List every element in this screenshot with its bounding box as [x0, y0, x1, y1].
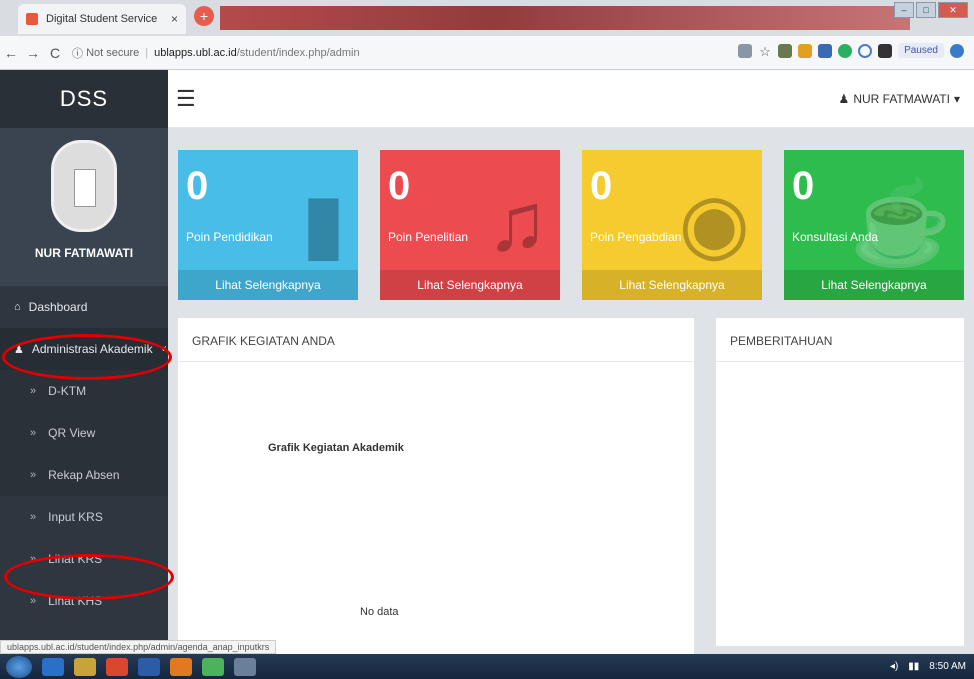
caret-down-icon: ▾ [953, 91, 960, 106]
stat-box-pengabdian: 0 ◉ Poin Pengabdian Lihat Selengkapnya [582, 150, 762, 300]
angle-right-icon: » [30, 427, 37, 439]
sidebar-subitem-label: QR View [48, 426, 96, 440]
paused-button[interactable]: Paused [898, 43, 944, 58]
profile-name: NUR FATMAWATI [34, 246, 134, 260]
stat-label: Poin Pendidikan [186, 230, 273, 244]
sidebar-subitem-label: Rekap Absen [48, 468, 120, 482]
sidebar-item-label: Dashboard [28, 300, 88, 314]
status-link-tooltip: ublapps.ubl.ac.id/student/index.php/admi… [0, 640, 277, 654]
annotation-circle [4, 554, 174, 600]
sidebar-subitem-qr-view[interactable]: » QR View [0, 412, 168, 454]
start-button[interactable] [6, 655, 32, 678]
system-tray: ◂) ▮▮ 8:50 AM [890, 661, 966, 672]
angle-right-icon: » [30, 385, 37, 397]
url-path: /student/index.php/admin [236, 46, 360, 59]
avatar [51, 140, 117, 232]
stat-value: 0 [186, 164, 209, 208]
stat-label: Poin Pengabdian [590, 230, 682, 244]
tab-close-button[interactable]: × [171, 12, 178, 26]
new-tab-button[interactable]: + [194, 6, 214, 26]
dashboard-icon: ⌂ [14, 301, 21, 313]
address-bar: ← → C ⓘ Not secure | ublapps.ubl.ac.id /… [0, 36, 974, 70]
stat-value: 0 [590, 164, 613, 208]
stat-more-link[interactable]: Lihat Selengkapnya [582, 270, 762, 300]
translate-icon[interactable] [738, 43, 753, 58]
star-icon[interactable]: ☆ [758, 44, 772, 59]
no-data-text: No data [360, 606, 399, 618]
extension-icon[interactable] [858, 43, 873, 58]
top-header: ☰ ♟ NUR FATMAWATI ▾ [168, 70, 974, 128]
extension-icon[interactable] [838, 43, 853, 58]
stat-box-pendidikan: 0 ▮ Poin Pendidikan Lihat Selengkapnya [178, 150, 358, 300]
notification-heading: PEMBERITAHUAN [716, 318, 964, 362]
not-secure-label: Not secure [86, 46, 140, 59]
maximize-button[interactable]: □ [916, 2, 936, 18]
sidebar-item-dashboard[interactable]: ⌂ Dashboard [0, 286, 168, 328]
window-title-strip [220, 6, 910, 30]
word-icon[interactable] [138, 657, 160, 676]
extension-icon[interactable] [798, 43, 813, 58]
stat-box-penelitian: 0 ♫ Poin Penelitian Lihat Selengkapnya [380, 150, 560, 300]
extension-icon[interactable] [778, 43, 793, 58]
chart-title: Grafik Kegiatan Akademik [268, 442, 404, 454]
back-icon[interactable]: ← [0, 45, 22, 61]
chrome-icon[interactable] [202, 657, 224, 676]
sidebar-subitem-input-krs[interactable]: » Input KRS [0, 496, 168, 538]
tab-title: Digital Student Service [46, 13, 158, 25]
profile-card: NUR FATMAWATI [0, 128, 168, 286]
stat-label: Poin Penelitian [388, 230, 469, 244]
url-separator: | [145, 46, 149, 59]
stat-more-link[interactable]: Lihat Selengkapnya [178, 270, 358, 300]
profile-icon[interactable] [950, 43, 964, 58]
info-icon: ⓘ [72, 47, 87, 60]
stat-label: Konsultasi Anda [792, 230, 879, 244]
sidebar-subitem-label: Input KRS [48, 510, 103, 524]
stat-box-konsultasi: 0 ☕ Konsultasi Anda Lihat Selengkapnya [784, 150, 964, 300]
media-icon[interactable] [106, 657, 128, 676]
minimize-button[interactable]: – [894, 2, 914, 18]
forward-icon[interactable]: → [22, 45, 44, 61]
annotation-circle [2, 334, 172, 380]
stat-value: 0 [792, 164, 815, 208]
chart-panel: GRAFIK KEGIATAN ANDA Grafik Kegiatan Aka… [178, 318, 694, 654]
menu-toggle-icon[interactable]: ☰ [176, 86, 196, 112]
window-controls: – □ ✕ [894, 2, 968, 18]
music-icon: ♫ [486, 177, 549, 268]
stat-more-link[interactable]: Lihat Selengkapnya [380, 270, 560, 300]
url-field[interactable]: ⓘ Not secure | ublapps.ubl.ac.id /studen… [72, 45, 360, 61]
clock[interactable]: 8:50 AM [929, 661, 966, 672]
chart-panel-heading: GRAFIK KEGIATAN ANDA [178, 318, 694, 362]
user-menu[interactable]: ♟ NUR FATMAWATI ▾ [839, 92, 960, 106]
extension-icon[interactable] [878, 43, 893, 58]
stat-more-link[interactable]: Lihat Selengkapnya [784, 270, 964, 300]
close-window-button[interactable]: ✕ [938, 2, 968, 18]
explorer-icon[interactable] [74, 657, 96, 676]
angle-right-icon: » [30, 469, 37, 481]
notification-panel: PEMBERITAHUAN [716, 318, 964, 646]
camera-icon: ◉ [678, 178, 750, 269]
browser-tab[interactable]: Digital Student Service × [18, 4, 186, 34]
app-logo[interactable]: DSS [0, 70, 168, 128]
url-host: ublapps.ubl.ac.id [154, 46, 237, 59]
reload-icon[interactable]: C [44, 45, 66, 61]
ie-icon[interactable] [42, 657, 64, 676]
extension-icon[interactable] [818, 43, 833, 58]
sidebar-subitem-label: D-KTM [48, 384, 87, 398]
network-icon[interactable]: ▮▮ [908, 661, 919, 672]
windows-taskbar: ◂) ▮▮ 8:50 AM [0, 654, 974, 679]
stat-value: 0 [388, 164, 411, 208]
angle-right-icon: » [30, 511, 37, 523]
sidebar-subitem-rekap-absen[interactable]: » Rekap Absen [0, 454, 168, 496]
user-name: NUR FATMAWATI [853, 91, 950, 106]
taskbar-app-icon[interactable] [234, 657, 256, 676]
extension-toolbar: ☆ Paused [738, 43, 964, 59]
angle-right-icon: » [30, 595, 37, 607]
volume-icon[interactable]: ◂) [890, 661, 898, 672]
book-icon: ▮ [300, 178, 346, 269]
user-icon: ♟ [838, 91, 850, 106]
browser-titlebar: Digital Student Service × + – □ ✕ [0, 0, 974, 36]
favicon-icon [26, 13, 38, 25]
firefox-icon[interactable] [170, 657, 192, 676]
cup-icon: ☕ [849, 178, 952, 269]
